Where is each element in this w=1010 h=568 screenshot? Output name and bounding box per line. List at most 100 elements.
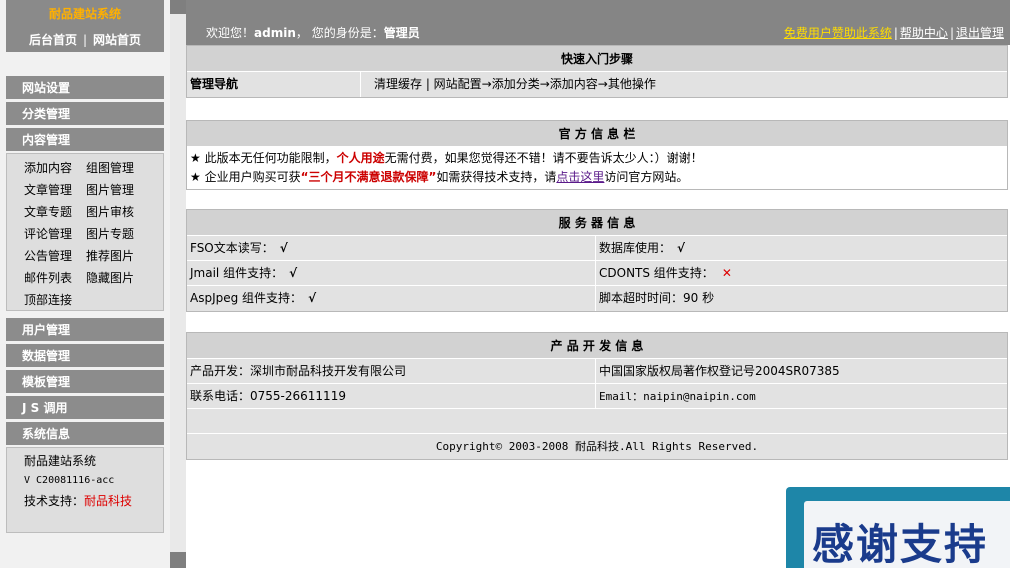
menu-content[interactable]: 内容管理 — [6, 128, 164, 152]
help-link[interactable]: 帮助中心 — [900, 26, 948, 40]
copyright-text: Copyright© 2003-2008 耐品科技.All Rights Res… — [435, 440, 759, 453]
sidebar-header: 耐品建站系统 后台首页 | 网站首页 — [6, 0, 164, 52]
aspjpeg-cell: AspJpeg 组件支持： √ — [187, 286, 596, 311]
copyright-footer: Copyright© 2003-2008 耐品科技.All Rights Res… — [187, 434, 1007, 459]
timeout-label: 脚本超时时间： — [599, 291, 684, 305]
menu-js[interactable]: J S 调用 — [6, 396, 164, 420]
jmail-cell: Jmail 组件支持： √ — [187, 261, 596, 285]
welcome-prefix: 欢迎您！ — [206, 26, 255, 40]
link-separator: | — [949, 26, 954, 40]
content-menu-item[interactable]: 添加内容 — [24, 157, 86, 179]
menu-site-settings[interactable]: 网站设置 — [6, 76, 164, 100]
notice-1-suffix: 无需付费，如果您觉得还不错！请不要告诉太少人：）谢谢！ — [384, 151, 703, 165]
quickstart-panel: 快速入门步骤 管理导航 清理缓存 | 网站配置→添加分类→添加内容→其他操作 — [186, 45, 1008, 98]
sidebar-quick-links: 后台首页 | 网站首页 — [6, 31, 164, 48]
thanks-badge[interactable]: 感谢支持 — [786, 487, 1010, 568]
sidebar: 耐品建站系统 后台首页 | 网站首页 网站设置 分类管理 内容管理 添加内容 组图管理… — [0, 0, 170, 568]
splitter-top-handle[interactable] — [170, 0, 186, 14]
menu-template[interactable]: 模板管理 — [6, 370, 164, 394]
check-icon: √ — [308, 291, 317, 305]
frame-splitter[interactable] — [170, 0, 186, 568]
site-home-link[interactable]: 网站首页 — [93, 33, 141, 47]
username: admin — [254, 26, 296, 40]
official-site-link[interactable]: 点击这里 — [556, 170, 604, 184]
check-icon: √ — [279, 241, 288, 255]
email-label: Email： — [599, 390, 644, 403]
content-menu-item[interactable]: 图片专题 — [86, 223, 148, 245]
quickstart-title: 快速入门步骤 — [187, 46, 1007, 72]
content-menu-item[interactable]: 邮件列表 — [24, 267, 86, 289]
product-info-title: 产 品 开 发 信 息 — [187, 333, 1007, 359]
top-bar: 欢迎您！admin， 您的身份是：管理员 免费用户赞助此系统 | 帮助中心 | 退出管理 — [186, 0, 1010, 45]
content-menu-item[interactable]: 评论管理 — [24, 223, 86, 245]
server-info-panel: 服 务 器 信 息 FSO文本读写： √ 数据库使用： √ Jmail 组件支持： √… — [186, 209, 1008, 312]
product-row: 联系电话：0755-26611119 Email：naipin@naipin.c… — [187, 384, 1007, 409]
server-row: Jmail 组件支持： √ CDONTS 组件支持： ✕ — [187, 261, 1007, 286]
content-menu-item[interactable]: 文章管理 — [24, 179, 86, 201]
sponsor-link[interactable]: 免费用户赞助此系统 — [784, 26, 892, 40]
content-menu-item[interactable]: 组图管理 — [86, 157, 148, 179]
notice-2-suffix: 访问官方网站。 — [604, 170, 689, 184]
quickstart-label: 管理导航 — [187, 72, 361, 97]
top-links: 免费用户赞助此系统 | 帮助中心 | 退出管理 — [784, 24, 1004, 41]
thanks-text: 感谢支持 — [812, 520, 989, 568]
copyright-registration: 中国国家版权局著作权登记号2004SR07385 — [599, 364, 840, 378]
quickstart-steps[interactable]: 清理缓存 | 网站配置→添加分类→添加内容→其他操作 — [361, 72, 656, 97]
jmail-label: Jmail 组件支持： — [190, 266, 284, 280]
email-value[interactable]: naipin@naipin.com — [643, 390, 756, 403]
timeout-value: 90 秒 — [683, 291, 715, 305]
notice-2-prefix: ★ 企业用户购买可获 — [190, 170, 301, 184]
server-row: AspJpeg 组件支持： √ 脚本超时时间：90 秒 — [187, 286, 1007, 311]
cross-icon: ✕ — [721, 266, 732, 280]
check-icon: √ — [677, 241, 686, 255]
menu-category[interactable]: 分类管理 — [6, 102, 164, 126]
content-menu-item[interactable]: 图片审核 — [86, 201, 148, 223]
phone-value: 0755-26611119 — [250, 389, 346, 403]
content-menu-item[interactable]: 图片管理 — [86, 179, 148, 201]
tech-support-name[interactable]: 耐品科技 — [84, 494, 132, 508]
official-info-title: 官 方 信 息 栏 — [187, 121, 1007, 147]
notice-line-1: ★ 此版本无任何功能限制，个人用途无需付费，如果您觉得还不错！请不要告诉太少人：… — [190, 149, 1004, 168]
product-empty-row — [187, 409, 1007, 434]
server-info-title: 服 务 器 信 息 — [187, 210, 1007, 236]
user-role: 管理员 — [383, 26, 420, 40]
developer-value: 深圳市耐品科技开发有限公司 — [250, 364, 407, 378]
logout-link[interactable]: 退出管理 — [956, 26, 1004, 40]
menu-sysinfo[interactable]: 系统信息 — [6, 422, 164, 446]
timeout-cell: 脚本超时时间：90 秒 — [596, 286, 714, 311]
db-label: 数据库使用： — [599, 241, 672, 255]
notice-line-2: ★ 企业用户购买可获“三个月不满意退款保障”如需获得技术支持，请点击这里访问官方… — [190, 168, 1004, 187]
sidebar-logo: 耐品建站系统 — [48, 7, 121, 21]
content-menu-item[interactable]: 文章专题 — [24, 201, 86, 223]
developer-cell: 产品开发：深圳市耐品科技开发有限公司 — [187, 359, 596, 383]
menu-data[interactable]: 数据管理 — [6, 344, 164, 368]
phone-label: 联系电话： — [190, 389, 251, 403]
db-cell: 数据库使用： √ — [596, 236, 685, 260]
cdonts-cell: CDONTS 组件支持： ✕ — [596, 261, 732, 285]
notice-2-bold: “三个月不满意退款保障” — [300, 170, 437, 184]
content-menu-item[interactable]: 隐藏图片 — [86, 267, 148, 289]
tech-support: 技术支持：耐品科技 — [24, 491, 163, 511]
server-row: FSO文本读写： √ 数据库使用： √ — [187, 236, 1007, 261]
content-submenu: 添加内容 组图管理 文章管理 图片管理 文章专题 图片审核 评论管理 图片专题 公告管理 推荐图片… — [6, 153, 164, 311]
content-menu-item[interactable]: 公告管理 — [24, 245, 86, 267]
identity-prefix: ， 您的身份是： — [295, 26, 384, 40]
check-icon: √ — [289, 266, 298, 280]
product-info-panel: 产 品 开 发 信 息 产品开发：深圳市耐品科技开发有限公司 中国国家版权局著作… — [186, 332, 1008, 460]
admin-home-link[interactable]: 后台首页 — [29, 33, 77, 47]
tech-support-label: 技术支持： — [24, 494, 85, 508]
content-menu-item[interactable]: 推荐图片 — [86, 245, 148, 267]
notice-1-prefix: ★ 此版本无任何功能限制， — [190, 151, 337, 165]
fso-cell: FSO文本读写： √ — [187, 236, 596, 260]
official-info-panel: 官 方 信 息 栏 ★ 此版本无任何功能限制，个人用途无需付费，如果您觉得还不错… — [186, 120, 1008, 190]
phone-cell: 联系电话：0755-26611119 — [187, 384, 596, 408]
system-name: 耐品建站系统 — [24, 454, 97, 468]
email-cell: Email：naipin@naipin.com — [596, 384, 756, 408]
official-notice: ★ 此版本无任何功能限制，个人用途无需付费，如果您觉得还不错！请不要告诉太少人：… — [187, 147, 1007, 189]
menu-users[interactable]: 用户管理 — [6, 318, 164, 342]
product-row: 产品开发：深圳市耐品科技开发有限公司 中国国家版权局著作权登记号2004SR07… — [187, 359, 1007, 384]
splitter-bottom-handle[interactable] — [170, 552, 186, 568]
developer-label: 产品开发： — [190, 364, 251, 378]
notice-2-mid: 如需获得技术支持，请 — [436, 170, 557, 184]
content-menu-item[interactable]: 顶部连接 — [24, 289, 86, 311]
